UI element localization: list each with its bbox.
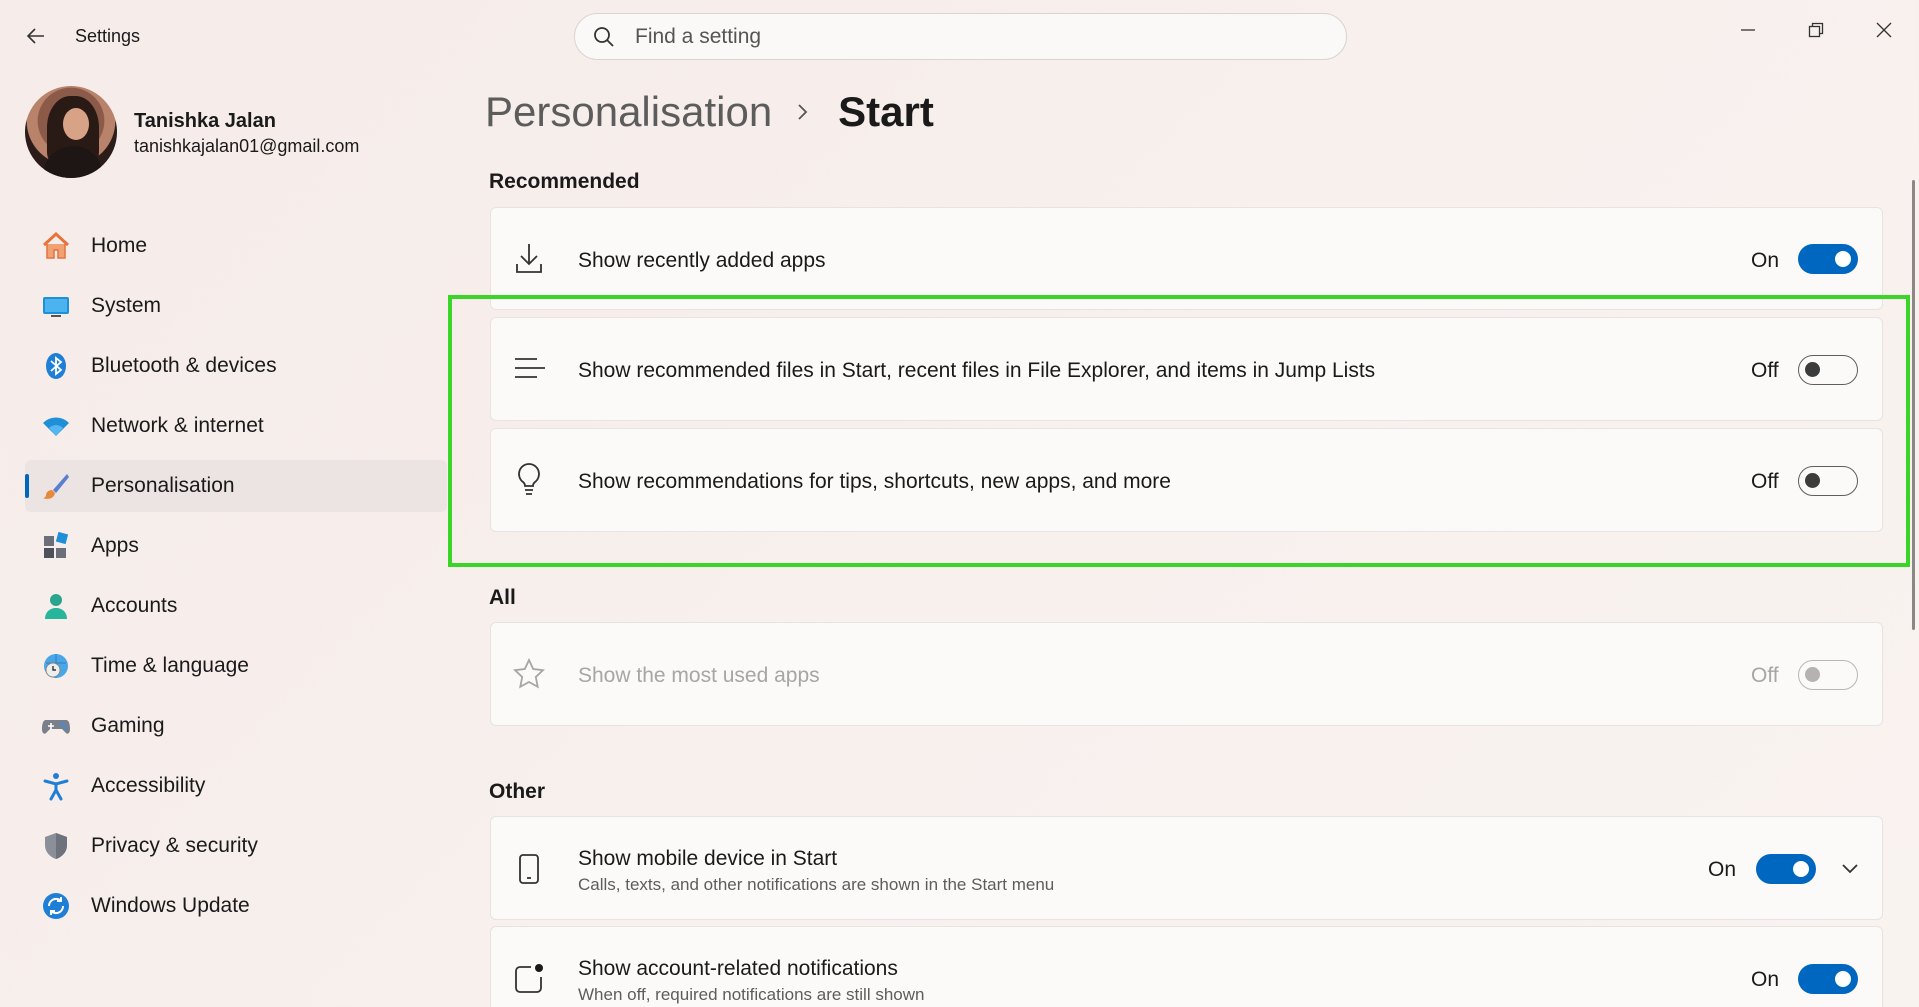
sidebar-item-system[interactable]: System (25, 280, 447, 332)
section-title-other: Other (489, 780, 546, 803)
sidebar-item-windows-update[interactable]: Windows Update (25, 880, 447, 932)
setting-label: Show account-related notifications (578, 957, 898, 980)
accessibility-icon (39, 769, 73, 803)
breadcrumb: Personalisation Start (485, 88, 934, 136)
search-placeholder: Find a setting (635, 24, 762, 48)
apps-icon (39, 529, 73, 563)
bluetooth-icon (39, 349, 73, 383)
minimize-button[interactable] (1725, 10, 1771, 50)
toggle-state-label: Off (1751, 664, 1779, 687)
sidebar-item-label: System (91, 294, 162, 317)
user-email: tanishkajalan01@gmail.com (134, 136, 360, 156)
sidebar-item-label: Network & internet (91, 414, 264, 437)
sidebar-item-gaming[interactable]: Gaming (25, 700, 447, 752)
sidebar-item-label: Gaming (91, 714, 165, 737)
close-button[interactable] (1861, 10, 1907, 50)
sidebar-item-label: Home (91, 234, 148, 257)
sidebar-item-label: Time & language (91, 654, 249, 677)
section-title-recommended: Recommended (489, 170, 640, 193)
setting-label: Show mobile device in Start (578, 847, 838, 870)
back-button[interactable] (22, 22, 50, 50)
setting-label: Show recently added apps (578, 249, 826, 272)
sidebar-item-label: Apps (91, 534, 139, 557)
setting-mobile-device[interactable]: Show mobile device in Start Calls, texts… (490, 816, 1883, 920)
sidebar-item-label: Accessibility (91, 774, 206, 797)
setting-label: Show the most used apps (578, 664, 820, 687)
sidebar-item-privacy[interactable]: Privacy & security (25, 820, 447, 872)
home-icon (39, 229, 73, 263)
sidebar-item-label: Privacy & security (91, 834, 258, 857)
setting-description: Calls, texts, and other notifications ar… (578, 875, 1055, 894)
sidebar-item-home[interactable]: Home (25, 220, 447, 272)
toggle-state-label: On (1708, 858, 1737, 881)
toggle-state-label: Off (1751, 470, 1779, 493)
search-icon (594, 26, 614, 47)
sidebar-item-accounts[interactable]: Accounts (25, 580, 447, 632)
phone-icon (513, 853, 545, 885)
sidebar-item-label: Personalisation (91, 474, 235, 497)
sidebar-item-network[interactable]: Network & internet (25, 400, 447, 452)
setting-account-notifications: Show account-related notifications When … (490, 926, 1883, 1007)
account-icon (39, 589, 73, 623)
sidebar-nav: Home System Bluetooth & devices Network … (25, 220, 447, 940)
chevron-right-icon (796, 103, 814, 121)
star-icon (513, 658, 545, 690)
toggle-state-label: Off (1751, 359, 1779, 382)
sidebar-item-personalisation[interactable]: Personalisation (25, 460, 447, 512)
sidebar-item-bluetooth[interactable]: Bluetooth & devices (25, 340, 447, 392)
lightbulb-icon (513, 463, 545, 495)
brush-icon (39, 469, 73, 503)
back-arrow-icon (26, 28, 44, 44)
wifi-icon (39, 409, 73, 443)
close-icon (1876, 22, 1892, 38)
sidebar-item-label: Bluetooth & devices (91, 354, 277, 377)
setting-description: When off, required notifications are sti… (578, 985, 925, 1004)
toggle-state-label: On (1751, 968, 1780, 991)
chevron-down-icon[interactable] (1838, 857, 1862, 881)
shield-icon (39, 829, 73, 863)
setting-label: Show recommendations for tips, shortcuts… (578, 470, 1171, 493)
user-name: Tanishka Jalan (134, 110, 276, 132)
sidebar-item-label: Accounts (91, 594, 178, 617)
section-title-all: All (489, 586, 516, 609)
mobile-device-toggle[interactable] (1756, 854, 1816, 884)
notification-badge-icon (513, 963, 545, 995)
update-icon (39, 889, 73, 923)
sidebar-item-apps[interactable]: Apps (25, 520, 447, 572)
app-title: Settings (75, 26, 141, 46)
gamepad-icon (39, 709, 73, 743)
minimize-icon (1741, 29, 1755, 31)
setting-label: Show recommended files in Start, recent … (578, 359, 1376, 382)
search-box[interactable]: Find a setting (574, 13, 1347, 60)
toggle-state-label: On (1751, 249, 1780, 272)
breadcrumb-parent[interactable]: Personalisation (485, 88, 772, 136)
restore-button[interactable] (1793, 10, 1839, 50)
list-lines-icon (513, 354, 545, 386)
setting-most-used: Show the most used apps Off (490, 622, 1883, 726)
recommended-files-toggle[interactable] (1798, 355, 1858, 385)
most-used-toggle[interactable] (1798, 660, 1858, 690)
sidebar-item-time-language[interactable]: Time & language (25, 640, 447, 692)
sidebar-item-accessibility[interactable]: Accessibility (25, 760, 447, 812)
recommendations-tips-toggle[interactable] (1798, 466, 1858, 496)
scrollbar[interactable] (1912, 180, 1915, 630)
sidebar-item-label: Windows Update (91, 894, 250, 917)
setting-recommendations-tips: Show recommendations for tips, shortcuts… (490, 428, 1883, 532)
avatar[interactable] (25, 86, 117, 178)
account-notifications-toggle[interactable] (1798, 964, 1858, 994)
setting-recommended-files: Show recommended files in Start, recent … (490, 317, 1883, 421)
recent-apps-toggle[interactable] (1798, 244, 1858, 274)
page-title: Start (838, 88, 934, 135)
download-icon (513, 242, 545, 274)
globe-clock-icon (39, 649, 73, 683)
setting-recent-apps: Show recently added apps On (490, 207, 1883, 310)
system-icon (39, 289, 73, 323)
restore-icon (1808, 22, 1824, 38)
